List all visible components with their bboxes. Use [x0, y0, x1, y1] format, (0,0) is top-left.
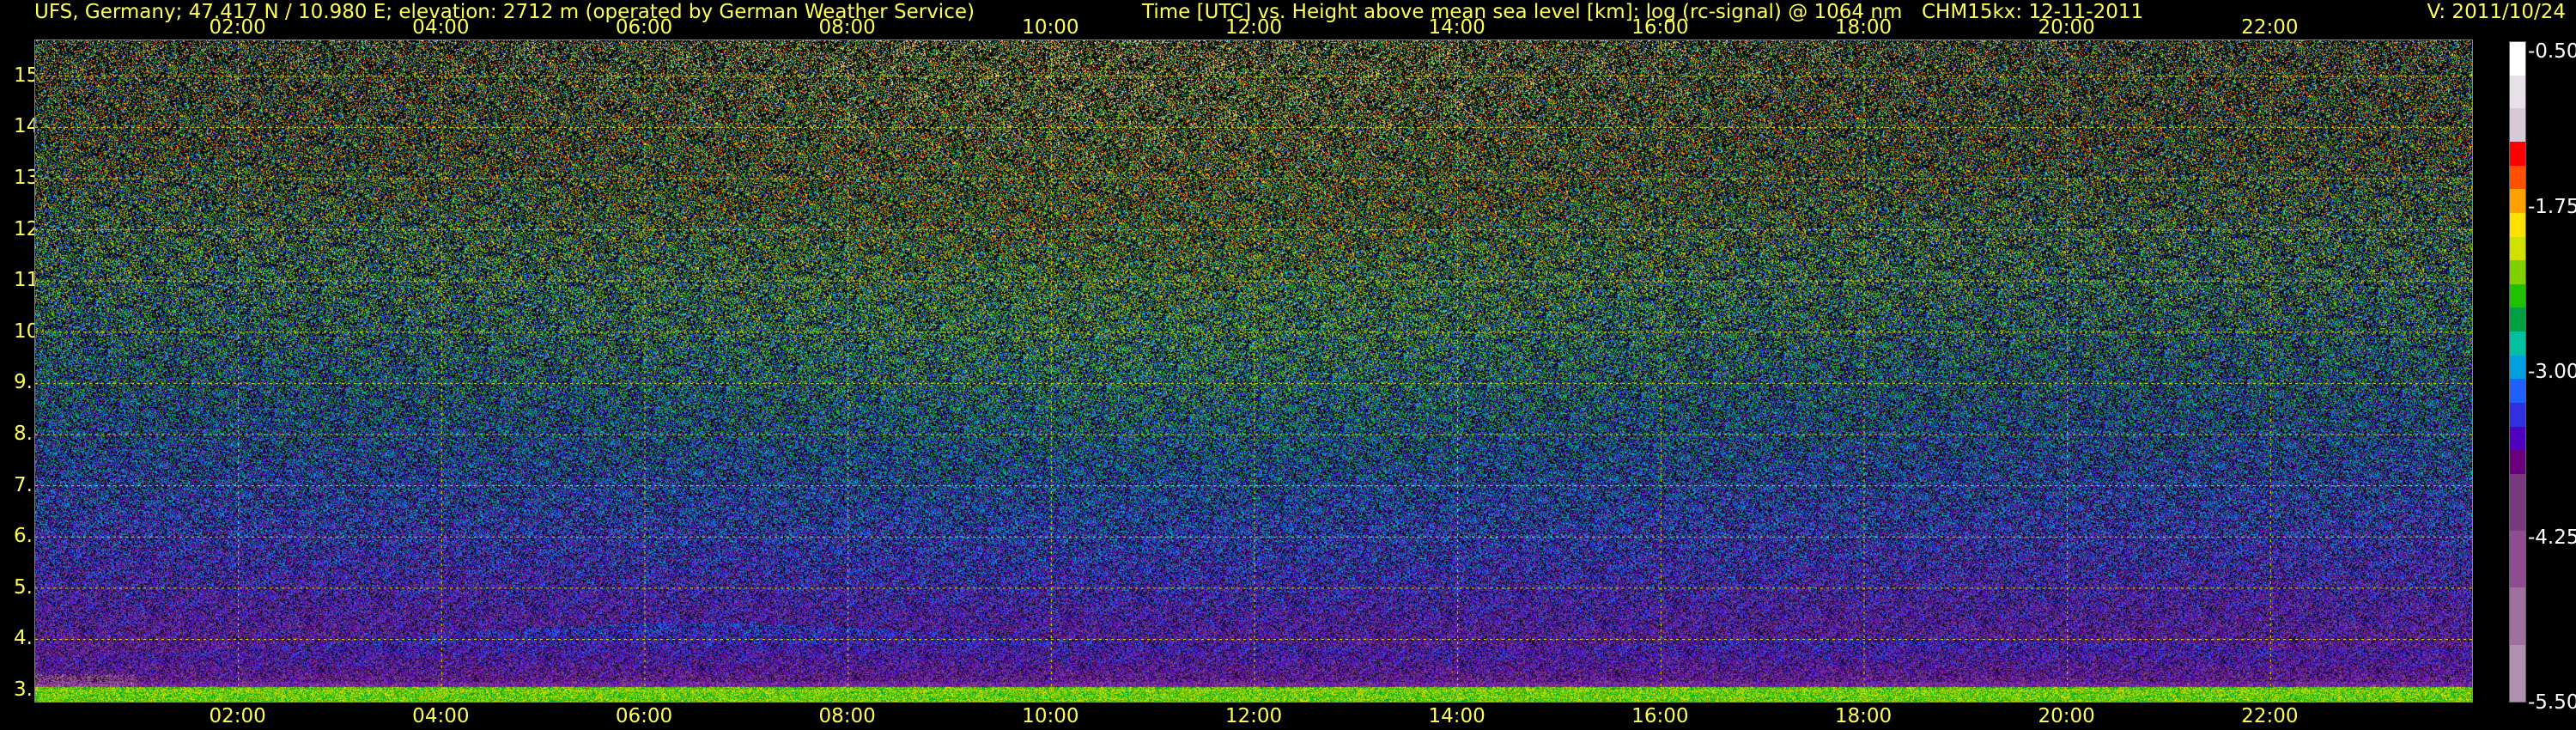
colorbar-label: -4.25: [2528, 526, 2576, 549]
colorbar-segment: [2510, 473, 2525, 532]
colorbar-segment: [2510, 332, 2525, 356]
colorbar-segment: [2510, 402, 2525, 427]
colorbar-segment: [2510, 450, 2525, 474]
x-tick-top-label: 14:00: [1428, 16, 1485, 39]
plot-gridlines: [35, 40, 2472, 702]
x-tick-top-label: 04:00: [412, 16, 470, 39]
x-tick-bottom-label: 02:00: [209, 705, 266, 727]
colorbar-segment: [2510, 75, 2525, 109]
x-tick-top-label: 16:00: [1631, 16, 1689, 39]
colorbar-segment: [2510, 283, 2525, 308]
y-tick-label: 3.: [14, 678, 33, 702]
x-tick-top-label: 06:00: [615, 16, 673, 39]
colorbar-segment: [2510, 644, 2525, 702]
x-tick-top-label: 02:00: [209, 16, 266, 39]
x-tick-bottom-label: 10:00: [1022, 705, 1079, 727]
instrument-date: CHM15kx: 12-11-2011: [1922, 1, 2144, 23]
x-tick-bottom-label: 18:00: [1834, 705, 1893, 727]
colorbar-segment: [2510, 236, 2525, 261]
colorbar-segment: [2510, 142, 2525, 166]
colorbar: [2509, 41, 2526, 703]
colorbar-segment: [2510, 42, 2525, 76]
x-tick-top-label: 18:00: [1834, 16, 1893, 39]
y-tick-label: 4.: [14, 627, 33, 650]
colorbar-label: -1.75: [2528, 195, 2576, 218]
y-tick-label: 6.: [14, 525, 33, 548]
colorbar-segment: [2510, 189, 2525, 213]
x-tick-bottom-label: 16:00: [1631, 705, 1689, 727]
colorbar-segment: [2510, 260, 2525, 284]
ceilometer-plot-window: UFS, Germany; 47.417 N / 10.980 E; eleva…: [0, 0, 2576, 730]
colorbar-segment: [2510, 531, 2525, 588]
x-tick-top-label: 12:00: [1224, 16, 1283, 39]
colorbar-segment: [2510, 426, 2525, 451]
colorbar-label: -5.50: [2528, 691, 2576, 714]
x-tick-top-label: 08:00: [818, 16, 876, 39]
version-label: V: 2011/10/24: [2427, 1, 2566, 23]
x-tick-bottom-label: 06:00: [615, 705, 673, 727]
colorbar-segment: [2510, 355, 2525, 380]
colorbar-segment: [2510, 307, 2525, 332]
colorbar-segment: [2510, 108, 2525, 143]
colorbar-label: -3.00: [2528, 361, 2576, 383]
heatmap-plot: [34, 40, 2473, 703]
x-tick-bottom-label: 04:00: [412, 705, 470, 727]
y-tick-label: 8.: [14, 423, 33, 446]
y-tick-label: 9.: [14, 371, 33, 394]
x-tick-bottom-label: 20:00: [2038, 705, 2095, 727]
colorbar-segment: [2510, 212, 2525, 237]
x-tick-top-label: 20:00: [2038, 16, 2095, 39]
y-tick-label: 7.: [14, 473, 33, 496]
x-tick-bottom-label: 08:00: [818, 705, 876, 727]
colorbar-segment: [2510, 587, 2525, 645]
colorbar-segment: [2510, 165, 2525, 190]
x-tick-bottom-label: 22:00: [2241, 705, 2299, 727]
x-tick-top-label: 22:00: [2241, 16, 2299, 39]
x-tick-bottom-label: 12:00: [1224, 705, 1283, 727]
y-tick-label: 5.: [14, 575, 33, 599]
x-tick-bottom-label: 14:00: [1428, 705, 1485, 727]
colorbar-label: -0.50: [2528, 40, 2576, 63]
colorbar-segment: [2510, 379, 2525, 403]
x-tick-top-label: 10:00: [1022, 16, 1079, 39]
